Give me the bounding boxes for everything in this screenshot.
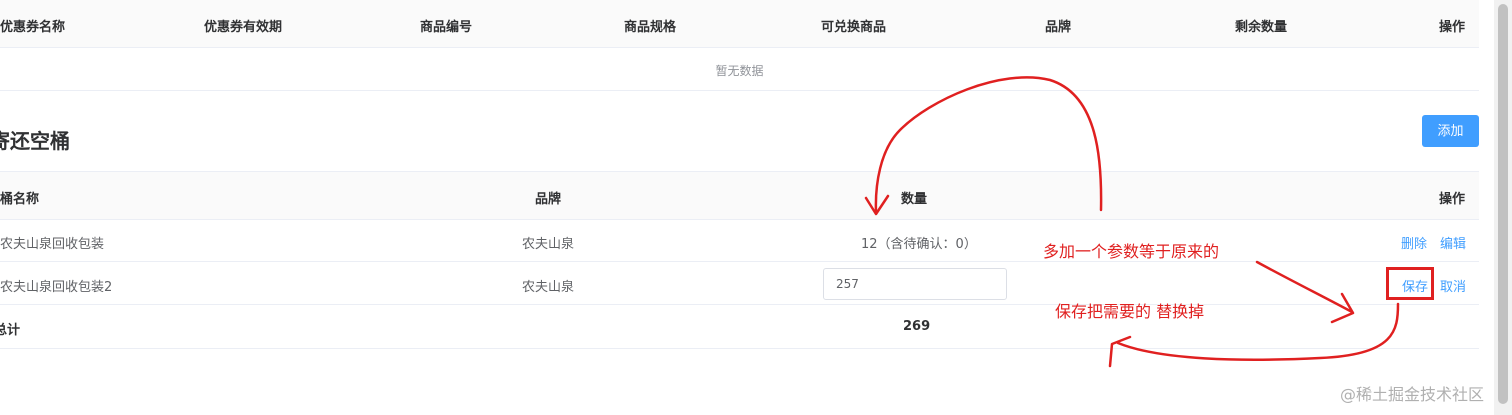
arrow-loop <box>874 76 1103 214</box>
annotation-note-1: 多加一个参数等于原来的 <box>1043 242 1220 261</box>
arrow-diagonal <box>1255 260 1354 314</box>
arrow-bottom-head <box>1108 335 1132 368</box>
annotation-note-2: 保存把需要的 替换掉 <box>1055 302 1205 321</box>
annotation-arrows <box>864 76 1400 368</box>
watermark: @稀土掘金技术社区 <box>1340 385 1485 404</box>
